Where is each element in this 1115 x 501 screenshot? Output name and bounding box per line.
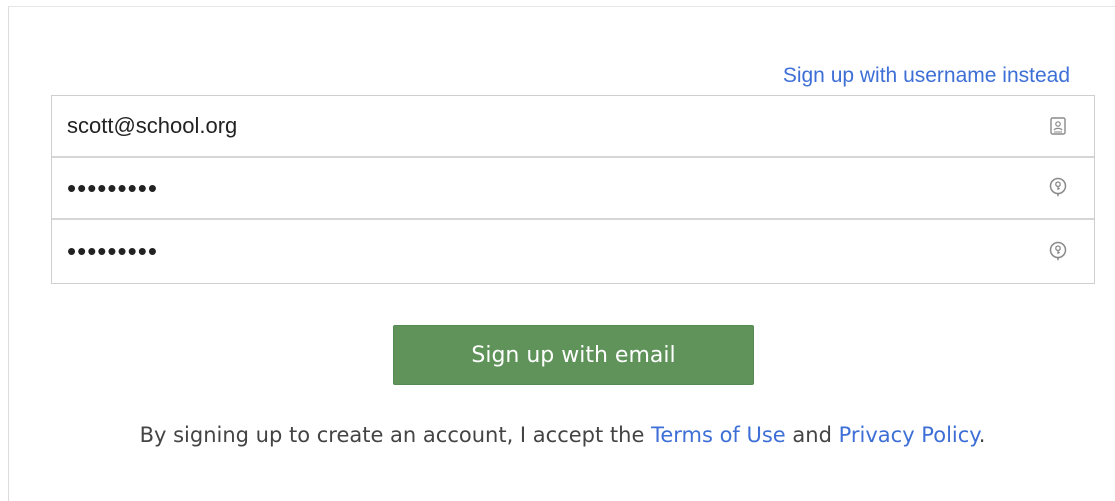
privacy-policy-link[interactable]: Privacy Policy [839,423,979,447]
terms-of-use-link[interactable]: Terms of Use [651,423,786,447]
terms-and: and [785,423,839,447]
signup-fields-group [51,95,1095,284]
terms-prefix: By signing up to create an account, I ac… [139,423,652,447]
email-field-row [52,96,1094,158]
contact-card-icon[interactable] [1048,116,1068,136]
email-input[interactable] [52,96,1012,156]
signup-card: Sign up with username instead scott@scho… [8,6,1115,501]
terms-suffix: . [978,423,986,447]
sign-up-with-email-button[interactable]: Sign up with email [393,325,754,385]
terms-notice: By signing up to create an account, I ac… [9,423,1115,447]
signup-with-username-link[interactable]: Sign up with username instead [783,64,1070,88]
password-field-row [52,158,1094,220]
confirm-password-field-row [52,220,1094,283]
password-input[interactable] [52,158,1012,218]
key-icon[interactable] [1048,241,1068,262]
key-icon[interactable] [1048,177,1068,198]
confirm-password-input[interactable] [52,220,1012,283]
